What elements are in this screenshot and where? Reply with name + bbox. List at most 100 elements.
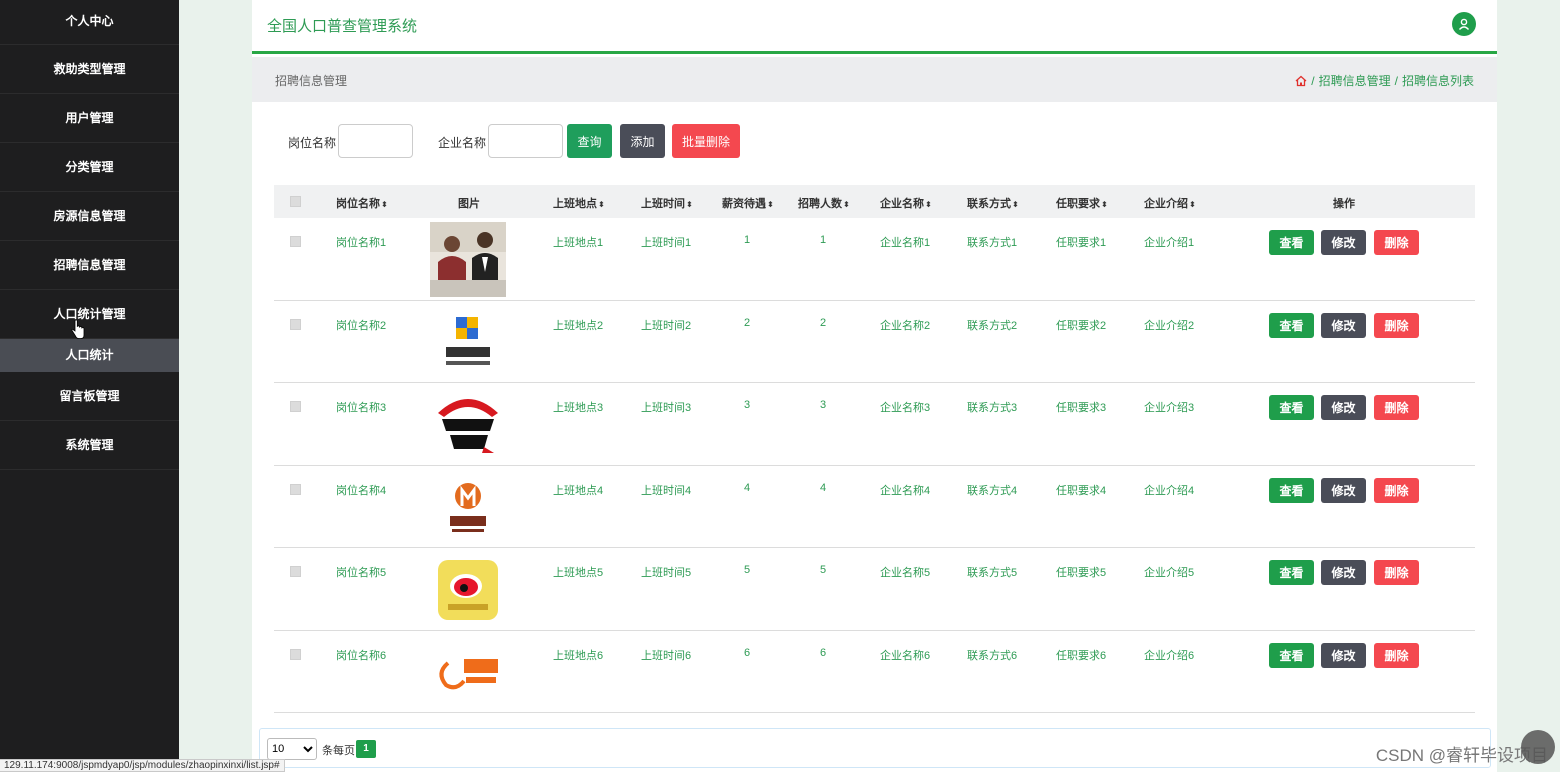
edit-button[interactable]: 修改 <box>1321 395 1366 420</box>
cell-time: 上班时间5 <box>641 567 692 579</box>
sidebar-item-users[interactable]: 用户管理 <box>0 94 179 143</box>
sidebar-item-personal-center[interactable]: 个人中心 <box>0 0 179 45</box>
table-row: 岗位名称2 上班地点2 上班时间2 2 2 企业名称2 联系方式2 任职要求2 … <box>274 301 1475 383</box>
cell-position: 岗位名称1 <box>336 237 387 249</box>
company-input[interactable] <box>488 124 563 158</box>
cell-contact: 联系方式1 <box>967 237 1018 249</box>
edit-button[interactable]: 修改 <box>1321 477 1366 503</box>
cell-location: 上班地点5 <box>553 567 604 579</box>
query-button[interactable]: 查询 <box>567 124 612 158</box>
job-image <box>430 222 506 297</box>
delete-button[interactable]: 删除 <box>1374 230 1419 255</box>
view-button[interactable]: 查看 <box>1269 230 1314 255</box>
breadcrumb-separator: / <box>1311 73 1315 88</box>
add-button[interactable]: 添加 <box>620 124 665 158</box>
view-button[interactable]: 查看 <box>1269 312 1314 338</box>
column-header[interactable]: 上班地点⬍ <box>553 195 605 211</box>
sidebar-item-category[interactable]: 分类管理 <box>0 143 179 192</box>
app-title: 全国人口普查管理系统 <box>267 18 418 35</box>
cell-salary: 1 <box>744 234 751 246</box>
page-size-select[interactable]: 10 <box>267 738 317 760</box>
view-button[interactable]: 查看 <box>1269 560 1314 585</box>
delete-button[interactable]: 删除 <box>1374 560 1419 585</box>
column-header[interactable]: 任职要求⬍ <box>1056 195 1108 211</box>
edit-button[interactable]: 修改 <box>1321 230 1366 255</box>
cell-position: 岗位名称6 <box>336 649 387 662</box>
delete-button[interactable]: 删除 <box>1374 395 1419 420</box>
column-header[interactable]: 联系方式⬍ <box>967 195 1019 211</box>
recruitment-table: 岗位名称⬍ 图片 上班地点⬍ 上班时间⬍ 薪资待遇⬍ 招聘人数⬍ 企业名称⬍ 联… <box>274 185 1475 713</box>
select-all-checkbox[interactable] <box>290 196 301 207</box>
cell-count: 3 <box>820 399 827 411</box>
column-header[interactable]: 上班时间⬍ <box>641 195 693 211</box>
edit-button[interactable]: 修改 <box>1321 642 1366 668</box>
row-checkbox[interactable] <box>290 401 301 412</box>
column-header[interactable]: 招聘人数⬍ <box>798 195 850 211</box>
sort-icon: ⬍ <box>925 200 932 209</box>
cell-count: 4 <box>820 481 827 494</box>
status-url: 129.11.174:9008/jspmdyap0/jsp/modules/zh… <box>0 759 285 772</box>
search-form: 岗位名称 企业名称 查询 添加 批量删除 <box>252 124 1497 158</box>
delete-button[interactable]: 删除 <box>1374 477 1419 503</box>
sidebar-item-aid-type[interactable]: 救助类型管理 <box>0 45 179 94</box>
delete-button[interactable]: 删除 <box>1374 312 1419 338</box>
row-checkbox[interactable] <box>290 648 301 660</box>
column-header[interactable]: 企业介绍⬍ <box>1144 195 1196 211</box>
sidebar-item-message-board[interactable]: 留言板管理 <box>0 372 179 421</box>
row-checkbox[interactable] <box>290 566 301 577</box>
cell-requirement: 任职要求4 <box>1056 484 1107 497</box>
column-header: 图片 <box>458 198 480 210</box>
sort-icon: ⬍ <box>381 200 388 209</box>
view-button[interactable]: 查看 <box>1269 395 1314 420</box>
job-image <box>430 469 506 545</box>
table-row: 岗位名称3 上班地点3 上班时间3 3 3 企业名称3 联系方式3 任职要求3 … <box>274 383 1475 466</box>
breadcrumb-bar: 招聘信息管理 / 招聘信息管理 / 招聘信息列表 <box>252 57 1497 102</box>
view-button[interactable]: 查看 <box>1269 642 1314 668</box>
delete-button[interactable]: 删除 <box>1374 642 1419 668</box>
scroll-top-button[interactable] <box>1521 730 1555 764</box>
row-checkbox[interactable] <box>290 318 301 330</box>
sidebar-item-system[interactable]: 系统管理 <box>0 421 179 470</box>
cell-contact: 联系方式3 <box>967 402 1018 414</box>
cell-intro: 企业介绍5 <box>1144 567 1195 579</box>
page-label: 招聘信息管理 <box>275 74 348 88</box>
table-row: 岗位名称5 上班地点5 上班时间5 5 5 企业名称5 联系方式5 任职要求5 … <box>274 548 1475 631</box>
sidebar-item-housing[interactable]: 房源信息管理 <box>0 192 179 241</box>
cell-contact: 联系方式6 <box>967 649 1018 662</box>
breadcrumb-item-list[interactable]: 招聘信息列表 <box>1402 72 1474 89</box>
job-image <box>430 304 506 380</box>
table-row: 岗位名称1 上班地点1 上班时间1 1 1 企业名称1 联系方式1 任职要求1 … <box>274 218 1475 301</box>
edit-button[interactable]: 修改 <box>1321 560 1366 585</box>
cell-location: 上班地点4 <box>553 484 604 497</box>
sidebar-item-population-stats[interactable]: 人口统计管理 <box>0 290 179 339</box>
cell-position: 岗位名称3 <box>336 402 387 414</box>
home-icon[interactable] <box>1295 75 1307 87</box>
sidebar-subitem-population[interactable]: 人口统计 <box>0 339 179 372</box>
sort-icon: ⬍ <box>686 200 693 209</box>
cell-intro: 企业介绍4 <box>1144 484 1195 497</box>
column-header[interactable]: 企业名称⬍ <box>880 195 932 211</box>
cell-time: 上班时间1 <box>641 237 692 249</box>
cell-salary: 3 <box>744 399 751 411</box>
position-input[interactable] <box>338 124 413 158</box>
breadcrumb: / 招聘信息管理 / 招聘信息列表 <box>1295 72 1474 89</box>
cell-company: 企业名称3 <box>880 402 931 414</box>
batch-delete-button[interactable]: 批量删除 <box>672 124 740 158</box>
page-number-button[interactable]: 1 <box>356 740 376 758</box>
row-checkbox[interactable] <box>290 483 301 495</box>
user-icon[interactable] <box>1452 12 1476 36</box>
breadcrumb-item-recruitment[interactable]: 招聘信息管理 <box>1319 72 1391 89</box>
edit-button[interactable]: 修改 <box>1321 312 1366 338</box>
sidebar-item-recruitment[interactable]: 招聘信息管理 <box>0 241 179 290</box>
cell-requirement: 任职要求2 <box>1056 319 1107 332</box>
topbar: 全国人口普查管理系统 <box>252 0 1497 54</box>
cell-count: 6 <box>820 646 827 659</box>
sort-icon: ⬍ <box>598 200 605 209</box>
row-checkbox[interactable] <box>290 236 301 247</box>
cell-requirement: 任职要求1 <box>1056 237 1107 249</box>
cell-time: 上班时间2 <box>641 319 692 332</box>
column-header[interactable]: 岗位名称⬍ <box>336 195 388 211</box>
cell-company: 企业名称1 <box>880 237 931 249</box>
view-button[interactable]: 查看 <box>1269 477 1314 503</box>
column-header[interactable]: 薪资待遇⬍ <box>722 195 774 211</box>
